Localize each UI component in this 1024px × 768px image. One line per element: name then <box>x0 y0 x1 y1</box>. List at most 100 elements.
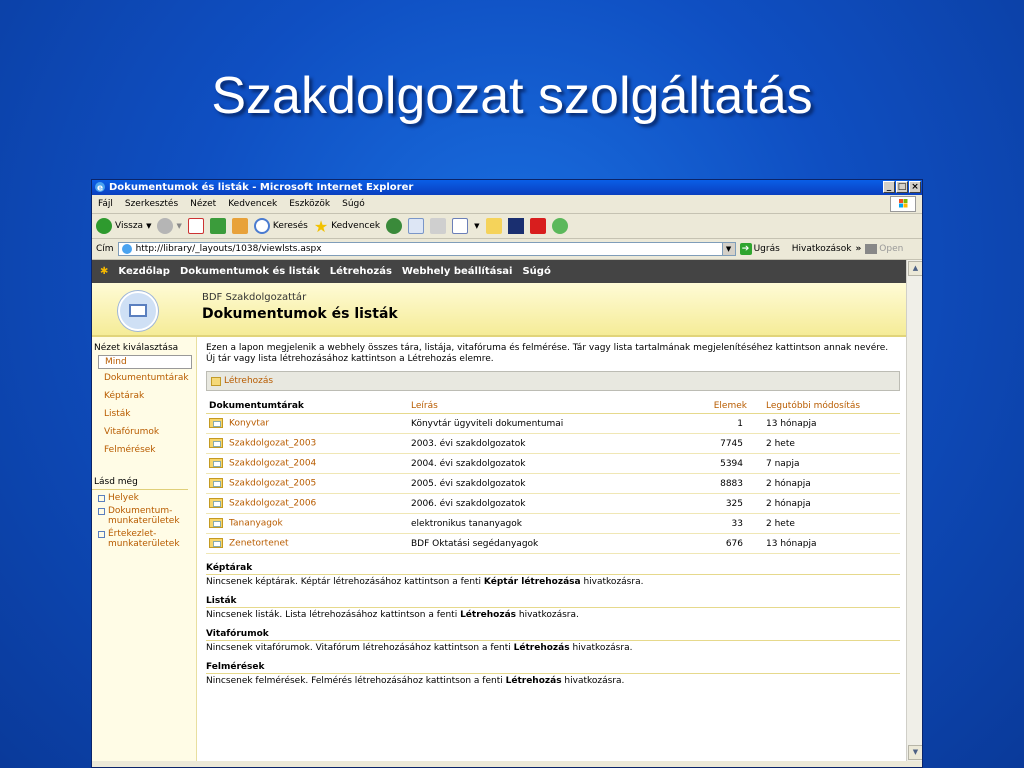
h-logo-icon[interactable] <box>507 218 524 234</box>
view-surveys[interactable]: Felmérések <box>92 441 196 459</box>
view-all[interactable]: Mind <box>98 355 192 369</box>
section-create-link[interactable]: Létrehozás <box>460 610 516 620</box>
section-title: Vitafórumok <box>206 629 900 641</box>
minimize-button[interactable]: _ <box>883 181 895 193</box>
address-input[interactable]: http://library/_layouts/1038/viewlsts.as… <box>117 242 736 256</box>
maximize-button[interactable]: □ <box>896 181 908 193</box>
menu-tools[interactable]: Eszközök <box>289 199 330 209</box>
library-name[interactable]: Szakdolgozat_2003 <box>229 439 316 449</box>
home-icon[interactable] <box>231 218 248 234</box>
page-content: ✱ Kezdőlap Dokumentumok és listák Létreh… <box>92 260 908 767</box>
view-document-libraries[interactable]: Dokumentumtárak <box>92 369 196 387</box>
internet-explorer-icon: e <box>95 182 105 193</box>
nav-help[interactable]: Súgó <box>522 266 550 277</box>
bullet-icon <box>98 508 105 515</box>
go-label: Ugrás <box>753 244 780 254</box>
link-sites[interactable]: Helyek <box>92 490 196 503</box>
library-name[interactable]: Szakdolgozat_2006 <box>229 499 316 509</box>
section-text-pre: Nincsenek listák. Lista létrehozásához k… <box>206 610 461 620</box>
nav-home[interactable]: Kezdőlap <box>118 266 170 277</box>
library-name[interactable]: Konyvtar <box>229 419 269 429</box>
section-text-post: hivatkozásra. <box>580 577 644 587</box>
library-name[interactable]: Zenetortenet <box>229 539 289 549</box>
links-more[interactable]: » <box>855 244 861 254</box>
menu-view[interactable]: Nézet <box>190 199 216 209</box>
library-name-cell[interactable]: Zenetortenet <box>206 533 408 554</box>
go-button[interactable]: ➔ Ugrás <box>739 243 780 255</box>
link-meeting-workspaces-label: Értekezlet-munkaterületek <box>108 529 180 549</box>
nav-documents-lists[interactable]: Dokumentumok és listák <box>180 266 320 277</box>
site-logo-icon <box>118 291 158 331</box>
favorites-button[interactable]: ★ Kedvencek <box>314 216 380 236</box>
col-modified[interactable]: Legutóbbi módosítás <box>763 398 900 414</box>
library-description: 2005. évi szakdolgozatok <box>408 473 684 494</box>
refresh-icon[interactable] <box>209 218 226 234</box>
site-name[interactable]: BDF Szakdolgozattár <box>202 292 306 303</box>
link-document-workspaces[interactable]: Dokumentum-munkaterületek <box>92 503 196 526</box>
address-label: Cím <box>96 244 114 254</box>
menu-help[interactable]: Súgó <box>342 199 365 209</box>
table-row: Szakdolgozat_2003 2003. évi szakdolgozato… <box>206 433 900 454</box>
search-button[interactable]: Keresés <box>253 216 308 236</box>
folder-icon[interactable] <box>485 218 502 234</box>
links-label[interactable]: Hivatkozások <box>792 244 852 254</box>
scroll-down-icon[interactable]: ▼ <box>908 745 922 760</box>
library-name-cell[interactable]: Szakdolgozat_2003 <box>206 433 408 454</box>
forward-button[interactable]: ▼ <box>157 216 182 236</box>
library-name-cell[interactable]: Szakdolgozat_2006 <box>206 493 408 514</box>
bullet-icon <box>98 495 105 502</box>
nav-create[interactable]: Létrehozás <box>330 266 392 277</box>
main-area: Ezen a lapon megjelenik a webhely összes… <box>206 337 900 686</box>
menu-favorites[interactable]: Kedvencek <box>228 199 277 209</box>
back-button[interactable]: Vissza ▼ <box>96 216 151 236</box>
menu-edit[interactable]: Szerkesztés <box>125 199 178 209</box>
library-name-cell[interactable]: Konyvtar <box>206 413 408 434</box>
section-create-link[interactable]: Képtár létrehozása <box>484 577 581 587</box>
messenger-icon[interactable] <box>551 218 568 234</box>
left-navigation: Nézet kiválasztása Mind Dokumentumtárak … <box>92 337 197 767</box>
library-item-count: 325 <box>684 493 763 514</box>
section-text-pre: Nincsenek képtárak. Képtár létrehozásáho… <box>206 577 484 587</box>
library-name[interactable]: Szakdolgozat_2005 <box>229 479 316 489</box>
library-name-cell[interactable]: Szakdolgozat_2004 <box>206 453 408 474</box>
document-library-icon <box>209 438 223 449</box>
document-library-icon <box>209 478 223 489</box>
acrobat-icon[interactable] <box>529 218 546 234</box>
back-arrow-icon <box>96 218 112 234</box>
view-picture-libraries[interactable]: Képtárak <box>92 387 196 405</box>
table-row: Tananyagok elektronikus tananyagok 33 2 het… <box>206 513 900 534</box>
nav-site-settings[interactable]: Webhely beállításai <box>402 266 513 277</box>
scroll-up-icon[interactable]: ▲ <box>908 261 922 276</box>
section-create-link[interactable]: Létrehozás <box>514 643 570 653</box>
library-name-cell[interactable]: Szakdolgozat_2005 <box>206 473 408 494</box>
section-create-link[interactable]: Létrehozás <box>506 676 562 686</box>
address-dropdown-icon[interactable]: ▼ <box>721 243 735 255</box>
open-button[interactable]: Open <box>865 244 903 254</box>
library-name[interactable]: Tananyagok <box>229 519 283 529</box>
library-last-modified: 13 hónapja <box>763 413 900 434</box>
document-library-icon <box>209 538 223 549</box>
library-description: 2004. évi szakdolgozatok <box>408 453 684 474</box>
close-button[interactable]: × <box>909 181 921 193</box>
col-items[interactable]: Elemek <box>684 398 763 414</box>
link-meeting-workspaces[interactable]: Értekezlet-munkaterületek <box>92 526 196 549</box>
open-label: Open <box>879 244 904 254</box>
col-description[interactable]: Leírás <box>408 398 684 414</box>
library-name-cell[interactable]: Tananyagok <box>206 513 408 534</box>
people-icon: ✱ <box>100 266 109 277</box>
view-lists[interactable]: Listák <box>92 405 196 423</box>
stop-icon[interactable] <box>187 218 204 234</box>
open-icon <box>865 244 878 254</box>
print-icon[interactable] <box>430 218 447 234</box>
history-icon[interactable] <box>386 218 403 234</box>
word-edit-icon[interactable] <box>452 218 469 234</box>
document-libraries-table: Dokumentumtárak Leírás Elemek Legutóbbi … <box>206 398 900 554</box>
vertical-scrollbar[interactable]: ▲ ▼ <box>906 260 922 767</box>
view-discussion-boards[interactable]: Vitafórumok <box>92 423 196 441</box>
favorites-label: Kedvencek <box>331 221 381 231</box>
menu-file[interactable]: Fájl <box>98 199 113 209</box>
mail-icon[interactable] <box>408 218 425 234</box>
library-description: elektronikus tananyagok <box>408 513 684 534</box>
library-name[interactable]: Szakdolgozat_2004 <box>229 459 316 469</box>
create-link[interactable]: Létrehozás <box>224 376 273 386</box>
